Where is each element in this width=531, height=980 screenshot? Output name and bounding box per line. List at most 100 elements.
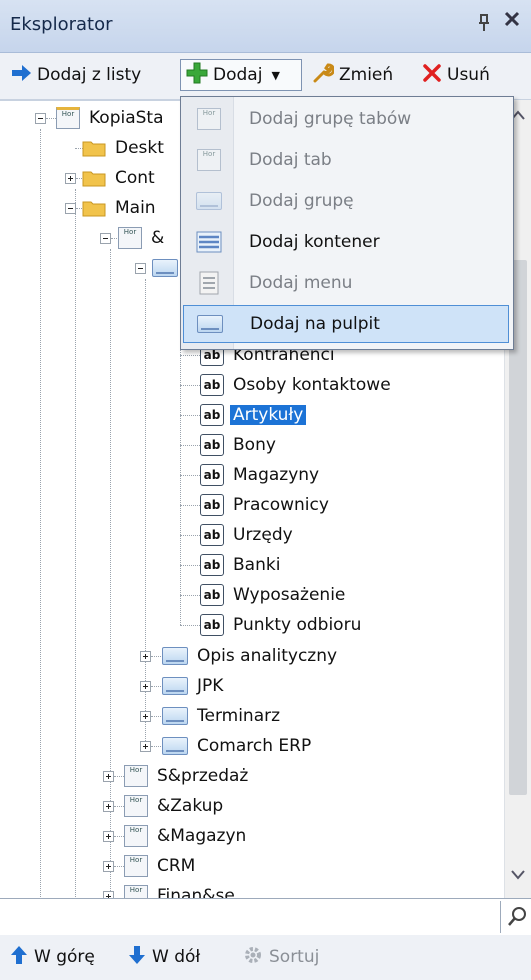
folder-open-icon [82,199,106,217]
arrow-down-icon [128,945,146,970]
expand-toggle[interactable] [140,711,151,722]
close-icon[interactable] [503,9,521,34]
ab-icon: ab [200,554,224,576]
tree-item-record-selected[interactable]: ab Artykuły [200,401,307,429]
tree-item-label: CRM [157,856,196,876]
tree-item-record[interactable]: ab Bony [200,431,279,459]
expand-toggle[interactable] [65,173,76,184]
menu-doc-icon [183,271,235,295]
tree-item-main[interactable]: Main [82,194,159,222]
toolbar: Dodaj z listy Dodaj ▼ Zmień Usuń [0,53,531,100]
tree-item-record[interactable]: ab Banki [200,551,283,579]
expand-toggle[interactable] [140,681,151,692]
tree-item-tab[interactable]: Hor CRM [124,852,198,880]
search-input[interactable] [2,902,496,932]
tree-item-label: Opis analityczny [197,646,338,666]
tree-item-record[interactable]: ab Osoby kontaktowe [200,371,394,399]
tree-item-tab[interactable]: Hor &Magazyn [124,822,249,850]
search-divider [500,901,501,933]
menu-item-add-to-desktop[interactable]: Dodaj na pulpit [183,305,509,343]
pin-icon[interactable] [476,13,492,38]
add-from-list-button[interactable]: Dodaj z listy [10,59,141,91]
group-icon [162,677,188,695]
tree-item-record[interactable]: ab Punkty odbioru [200,611,364,639]
expand-toggle[interactable] [103,801,114,812]
menu-item-add-group[interactable]: Dodaj grupę [183,182,509,220]
collapse-toggle[interactable] [135,263,146,274]
tree-item-label: S&przedaż [157,766,249,786]
move-up-button[interactable]: W górę [10,943,95,971]
tree-item-label: Terminarz [197,706,281,726]
menu-item-add-menu[interactable]: Dodaj menu [183,264,509,302]
change-button[interactable]: Zmień [312,59,393,91]
tree-item-record[interactable]: ab Pracownicy [200,491,332,519]
tree-item-cont[interactable]: Cont [82,164,158,192]
tree-item-group[interactable]: Comarch ERP [162,732,314,760]
tree-item-label: Urzędy [233,525,293,545]
expand-toggle[interactable] [140,741,151,752]
ab-icon: ab [200,434,224,456]
tree-item-record[interactable]: ab Urzędy [200,521,296,549]
folder-icon [82,169,106,187]
tree-item-tab[interactable]: Hor Finan&se [124,882,238,899]
expand-toggle[interactable] [103,831,114,842]
folder-icon [82,139,106,157]
chevron-down-icon: ▼ [271,68,280,82]
tree-root-label: KopiaSta [89,108,164,128]
ab-icon: ab [200,494,224,516]
expand-toggle[interactable] [103,771,114,782]
delete-button[interactable]: Usuń [422,59,490,91]
tree-item-label: Cont [115,168,155,188]
move-up-label: W górę [34,947,95,967]
ab-icon: ab [200,524,224,546]
tree-item-label: &Magazyn [157,826,247,846]
ab-icon: ab [200,374,224,396]
ab-icon: ab [200,614,224,636]
tab-icon: Hor [124,795,148,817]
wrench-icon [312,62,336,89]
bottom-toolbar: W górę W dół Sortuj [0,935,531,980]
tree-item-label: Pracownicy [233,495,329,515]
tree-item-tab[interactable]: Hor &Zakup [124,792,226,820]
collapse-toggle[interactable] [65,203,76,214]
delete-label: Usuń [447,65,490,85]
tree-item-desktop[interactable]: Deskt [82,134,167,162]
search-icon[interactable] [507,906,527,933]
delete-x-icon [422,63,442,88]
group-icon [196,192,222,210]
menu-item-add-container[interactable]: Dodaj kontener [183,223,509,261]
tab-group-icon: Hor [197,108,221,130]
collapse-toggle[interactable] [100,233,111,244]
menu-item-add-tab-group[interactable]: Hor Dodaj grupę tabów [183,100,509,138]
tree-item-record[interactable]: ab Magazyny [200,461,322,489]
tab-icon: Hor [118,227,142,249]
tree-item-tab[interactable]: Hor & [118,224,167,252]
tree-item-label: Wyposażenie [233,585,346,605]
desktop-group-icon [197,315,223,333]
move-down-label: W dół [152,947,201,967]
tab-icon: Hor [124,855,148,877]
tree-item-label: &Zakup [157,796,224,816]
tree-item-label: Deskt [115,138,164,158]
expand-toggle[interactable] [140,651,151,662]
arrow-up-icon [10,945,28,970]
search-bar [0,898,531,936]
tab-icon: Hor [124,885,148,899]
tree-item-record[interactable]: ab Wyposażenie [200,581,348,609]
ab-icon: ab [200,464,224,486]
tree-item-tab[interactable]: Hor S&przedaż [124,762,251,790]
tree-item-group[interactable]: Opis analityczny [162,642,340,670]
change-label: Zmień [339,65,394,85]
collapse-toggle[interactable] [35,113,46,124]
sort-button[interactable]: Sortuj [243,943,319,971]
tree-root[interactable]: Hor KopiaSta [56,104,167,132]
tree-item-group[interactable]: Terminarz [162,702,283,730]
tree-item-label: Osoby kontaktowe [233,375,391,395]
expand-toggle[interactable] [103,861,114,872]
move-down-button[interactable]: W dół [128,943,200,971]
tree-item-group[interactable]: JPK [162,672,226,700]
plus-icon [186,62,208,89]
menu-item-add-tab[interactable]: Hor Dodaj tab [183,141,509,179]
scroll-down-icon[interactable] [511,868,525,884]
add-button[interactable]: Dodaj ▼ [180,59,302,91]
